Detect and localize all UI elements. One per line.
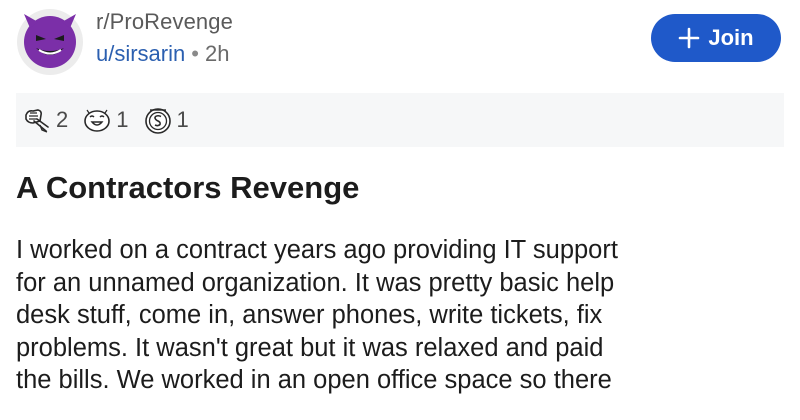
- post-body-line: problems. It wasn't great but it was rel…: [16, 333, 604, 362]
- post-header: r/ProRevenge u/sirsarin • 2h Join: [0, 0, 800, 88]
- post-title[interactable]: A Contractors Revenge: [16, 170, 359, 206]
- post-meta: r/ProRevenge u/sirsarin • 2h: [96, 8, 233, 69]
- award-laughing[interactable]: 1: [82, 105, 129, 135]
- author-line: u/sirsarin • 2h: [96, 39, 233, 69]
- silver-coin-award-icon: [144, 108, 171, 134]
- join-button-label: Join: [708, 25, 754, 50]
- subreddit-name[interactable]: r/ProRevenge: [96, 8, 233, 36]
- plus-icon: [679, 27, 700, 49]
- post-time: 2h: [204, 41, 230, 66]
- award-count: 2: [56, 107, 69, 132]
- post-body-line: the bills. We worked in an open office s…: [16, 366, 612, 394]
- author-link[interactable]: u/sirsarin: [96, 41, 185, 66]
- fist-bump-award-icon: [25, 109, 49, 133]
- post-body-line: I worked on a contract years ago providi…: [16, 236, 618, 264]
- awards-bar[interactable]: 2 1 1: [16, 93, 784, 147]
- award-fist-bump[interactable]: 2: [22, 105, 68, 135]
- meta-separator: •: [191, 41, 199, 66]
- award-silver[interactable]: 1: [143, 105, 189, 135]
- post-body-line: for an unnamed organization. It was pret…: [16, 268, 615, 297]
- join-button[interactable]: Join: [651, 14, 781, 62]
- reddit-post-page: r/ProRevenge u/sirsarin • 2h Join 2 1 1 …: [0, 0, 800, 420]
- award-count: 1: [176, 107, 189, 132]
- post-body: I worked on a contract years ago providi…: [16, 234, 786, 397]
- laughing-face-award-icon: [84, 109, 111, 132]
- award-count: 1: [116, 107, 129, 132]
- subreddit-avatar[interactable]: [16, 8, 84, 76]
- post-body-line: desk stuff, come in, answer phones, writ…: [16, 301, 603, 329]
- devil-face-icon: [17, 9, 83, 75]
